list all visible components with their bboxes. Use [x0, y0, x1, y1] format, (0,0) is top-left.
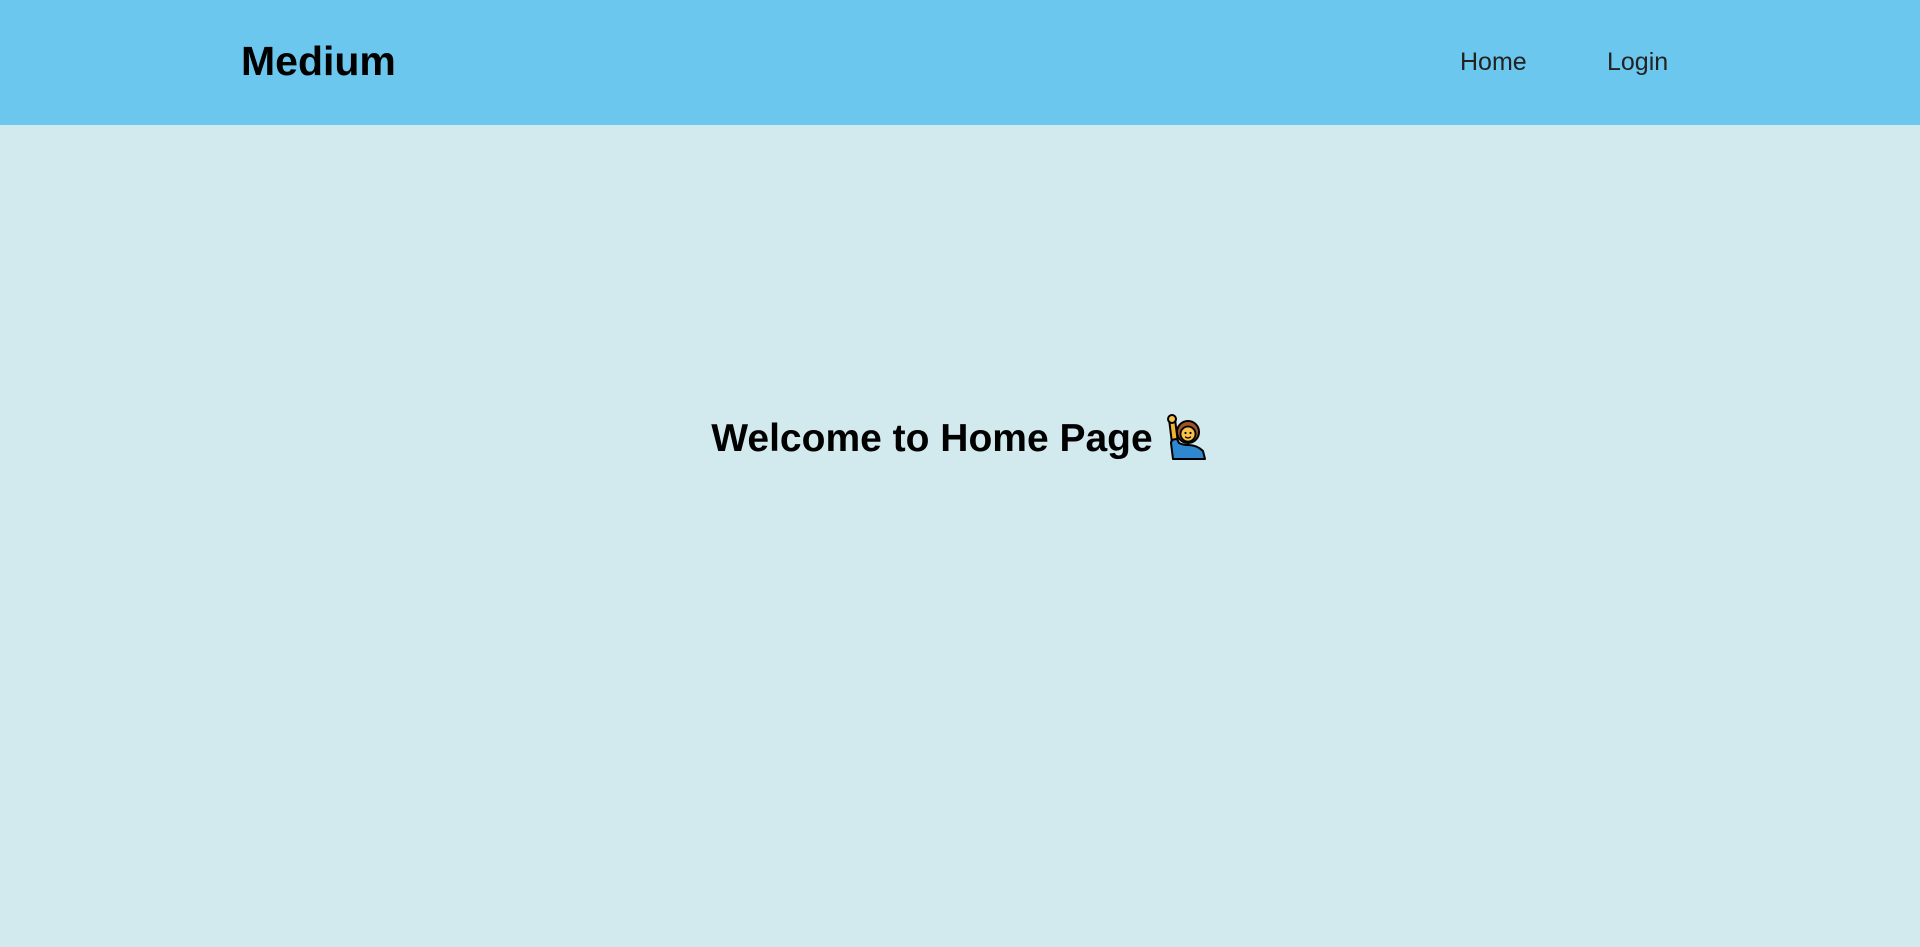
person-raising-hand-icon: [1161, 413, 1209, 461]
welcome-heading-text: Welcome to Home Page: [711, 417, 1153, 460]
brand-logo-link[interactable]: Medium: [241, 36, 396, 86]
welcome-heading: Welcome to Home Page: [0, 411, 1920, 467]
nav-link-home[interactable]: Home: [1460, 46, 1527, 78]
nav-link-login[interactable]: Login: [1607, 46, 1668, 78]
navbar: Medium Home Login: [0, 0, 1920, 125]
